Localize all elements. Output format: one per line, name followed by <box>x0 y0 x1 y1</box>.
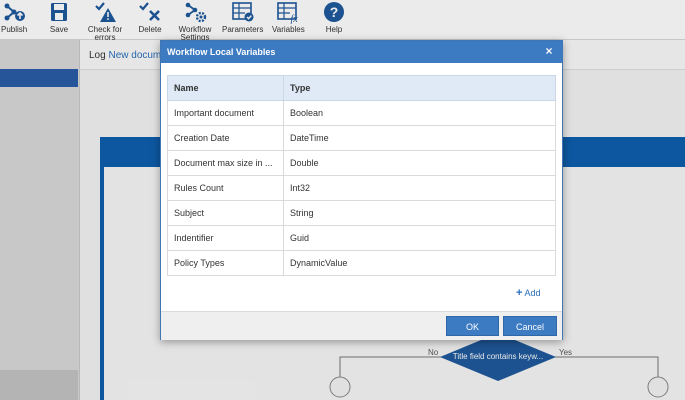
variable-name[interactable]: Document max size in ... <box>167 150 284 176</box>
variable-type[interactable]: String <box>283 200 556 226</box>
variable-type[interactable]: Guid <box>283 225 556 251</box>
dialog-footer: OK Cancel <box>161 311 562 340</box>
variable-name[interactable]: Indentifier <box>167 225 284 251</box>
variable-name[interactable]: Subject <box>167 200 284 226</box>
dialog-header: Workflow Local Variables × <box>161 41 562 63</box>
table-row[interactable]: Document max size in ... Double <box>167 150 556 176</box>
table-row[interactable]: Indentifier Guid <box>167 225 556 251</box>
workflow-local-variables-dialog: Workflow Local Variables × Name Type Imp… <box>160 40 563 340</box>
dialog-title: Workflow Local Variables <box>167 47 276 57</box>
table-row[interactable]: Creation Date DateTime <box>167 125 556 151</box>
add-variable-button[interactable]: + Add <box>516 287 540 299</box>
table-row[interactable]: Important document Boolean <box>167 100 556 126</box>
table-header-row: Name Type <box>167 75 556 101</box>
column-header-name[interactable]: Name <box>167 75 284 101</box>
variable-name[interactable]: Policy Types <box>167 250 284 276</box>
variables-table: Name Type Important document Boolean Cre… <box>167 75 556 276</box>
column-header-type[interactable]: Type <box>283 75 556 101</box>
plus-icon: + <box>516 287 523 299</box>
close-icon[interactable]: × <box>542 44 556 58</box>
table-row[interactable]: Rules Count Int32 <box>167 175 556 201</box>
table-row[interactable]: Subject String <box>167 200 556 226</box>
variable-type[interactable]: DateTime <box>283 125 556 151</box>
variable-type[interactable]: DynamicValue <box>283 250 556 276</box>
cancel-button[interactable]: Cancel <box>503 316 557 336</box>
variable-name[interactable]: Rules Count <box>167 175 284 201</box>
variable-name[interactable]: Important document <box>167 100 284 126</box>
table-row[interactable]: Policy Types DynamicValue <box>167 250 556 276</box>
variable-name[interactable]: Creation Date <box>167 125 284 151</box>
ok-button[interactable]: OK <box>446 316 499 336</box>
add-variable-label: Add <box>524 288 541 298</box>
variable-type[interactable]: Int32 <box>283 175 556 201</box>
variable-type[interactable]: Boolean <box>283 100 556 126</box>
variable-type[interactable]: Double <box>283 150 556 176</box>
